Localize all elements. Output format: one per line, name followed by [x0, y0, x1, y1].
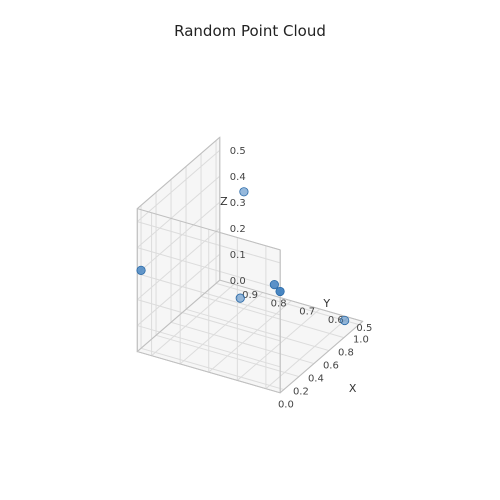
z-tick: 0.0 — [230, 276, 246, 287]
z-tick: 0.2 — [230, 224, 246, 235]
z-tick: 0.1 — [230, 250, 246, 261]
x-axis-label: X — [349, 382, 357, 395]
x-tick: 1.0 — [353, 335, 369, 346]
data-point — [276, 287, 284, 295]
y-tick: 0.5 — [356, 323, 372, 334]
x-tick: 0.4 — [308, 374, 324, 385]
x-tick: 0.6 — [323, 361, 339, 372]
y-axis-label: Y — [322, 297, 330, 310]
z-tick: 0.3 — [230, 198, 246, 209]
data-point — [240, 188, 248, 196]
data-point — [340, 316, 348, 324]
x-tick: 0.8 — [338, 348, 354, 359]
data-point — [270, 280, 278, 288]
z-tick: 0.5 — [230, 146, 246, 157]
x-tick: 0.0 — [278, 400, 294, 411]
data-point — [236, 294, 244, 302]
scatter3d: 0.00.20.40.60.81.00.50.60.70.80.90.00.10… — [0, 0, 500, 500]
y-tick: 0.7 — [299, 307, 315, 318]
z-tick: 0.4 — [230, 172, 246, 183]
z-axis-label: Z — [220, 195, 228, 208]
data-point — [137, 266, 145, 274]
y-tick: 0.8 — [271, 298, 287, 309]
x-tick: 0.2 — [293, 387, 309, 398]
